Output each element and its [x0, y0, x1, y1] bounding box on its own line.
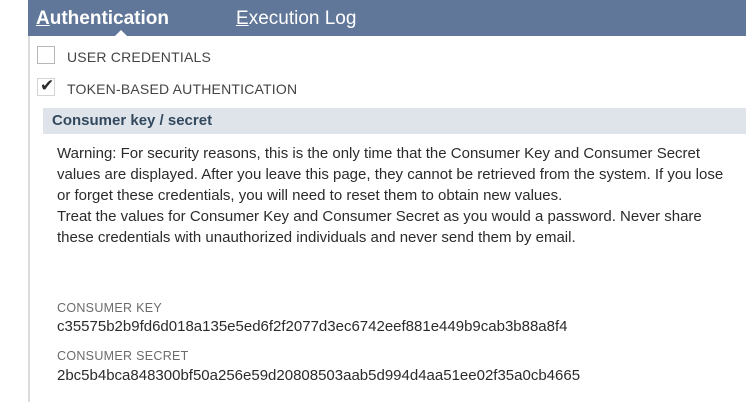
tab-execution-log-label: xecution Log — [248, 8, 357, 29]
warning-paragraph-1: Warning: For security reasons, this is t… — [57, 145, 724, 204]
warning-paragraph-2: Treat the values for Consumer Key and Co… — [57, 208, 702, 246]
checkmark-icon: ✔ — [40, 76, 55, 96]
tab-authentication-label: uthentication — [49, 8, 170, 29]
consumer-key-value: c35575b2b9fd6d018a135e5ed6f2f2077d3ec674… — [57, 318, 568, 335]
consumer-secret-value: 2bc5b4bca848300bf50a256e59d20808503aab5d… — [57, 367, 581, 384]
left-border — [28, 36, 30, 402]
tab-execution-log-mnemonic: E — [236, 8, 249, 29]
active-tab-caret-icon — [114, 30, 128, 37]
user-credentials-checkbox[interactable] — [37, 46, 55, 64]
consumer-key-label: CONSUMER KEY — [57, 301, 163, 315]
tab-authentication[interactable]: Authentication — [36, 0, 169, 36]
security-warning: Warning: For security reasons, this is t… — [57, 143, 737, 248]
consumer-secret-label: CONSUMER SECRET — [57, 349, 189, 363]
consumer-section-header: Consumer key / secret — [43, 108, 746, 134]
user-credentials-label: USER CREDENTIALS — [67, 49, 212, 65]
tab-execution-log[interactable]: Execution Log — [236, 0, 356, 36]
token-based-auth-label: TOKEN-BASED AUTHENTICATION — [67, 81, 298, 97]
tab-bar: Authentication Execution Log — [28, 0, 746, 37]
tab-authentication-mnemonic: A — [36, 8, 50, 29]
consumer-section-title: Consumer key / secret — [52, 112, 213, 129]
token-based-auth-checkbox[interactable]: ✔ — [37, 76, 55, 96]
